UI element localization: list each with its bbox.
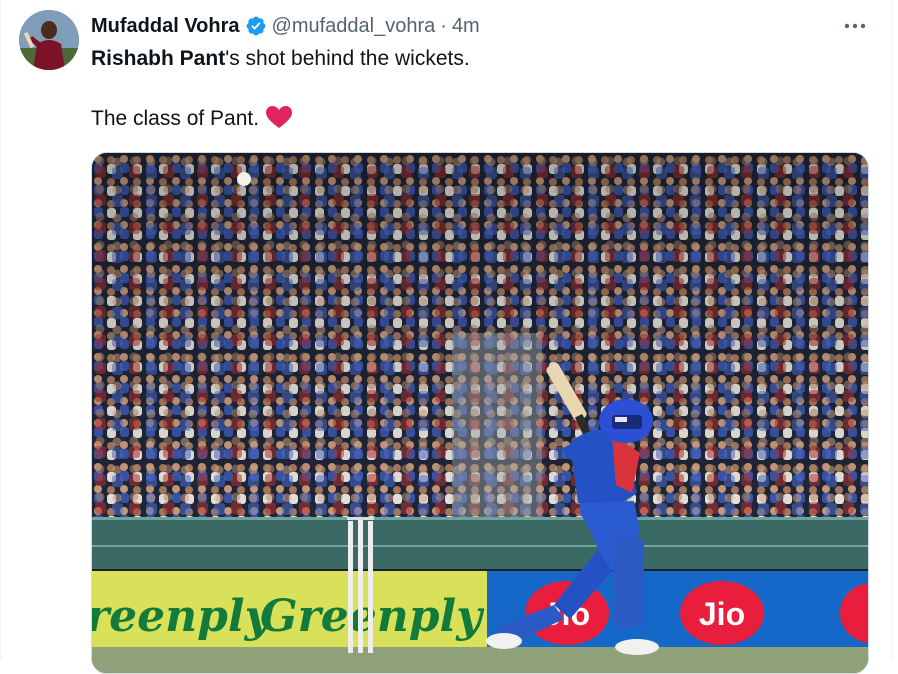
- cricket-photo: reenply Greenply Jio Jio: [92, 153, 868, 673]
- stumps: [347, 517, 374, 653]
- more-options-button[interactable]: [841, 14, 869, 38]
- tweet-photo[interactable]: reenply Greenply Jio Jio: [91, 152, 869, 674]
- tweet-text: Rishabh Pant's shot behind the wickets. …: [91, 44, 869, 134]
- separator-dot: ·: [440, 14, 447, 37]
- avatar[interactable]: [19, 10, 79, 70]
- tweet-header: Mufaddal Vohra @mufaddal_vohra · 4m: [91, 12, 869, 40]
- mentioned-player-name: Rishabh Pant: [91, 47, 226, 70]
- svg-text:reenply: reenply: [92, 591, 274, 642]
- timeline-right-border: [891, 0, 892, 660]
- tweet-timestamp[interactable]: 4m: [452, 15, 480, 38]
- cricket-ball: [237, 172, 251, 186]
- author-handle[interactable]: @mufaddal_vohra: [272, 15, 436, 38]
- verified-badge-icon[interactable]: [245, 15, 267, 37]
- more-horizontal-icon: [844, 23, 866, 29]
- red-heart-icon: [266, 106, 293, 128]
- svg-text:Jio: Jio: [699, 596, 745, 632]
- author-name[interactable]: Mufaddal Vohra: [91, 15, 240, 38]
- tweet-text-class: The class of Pant.: [91, 107, 260, 130]
- tweet-text-line-2: The class of Pant.: [91, 104, 869, 134]
- tweet-article[interactable]: Mufaddal Vohra @mufaddal_vohra · 4m Rish…: [0, 0, 891, 674]
- tweet-text-line-1: Rishabh Pant's shot behind the wickets.: [91, 44, 869, 74]
- tweet-text-rest: 's shot behind the wickets.: [225, 47, 470, 70]
- avatar-image: [19, 10, 79, 70]
